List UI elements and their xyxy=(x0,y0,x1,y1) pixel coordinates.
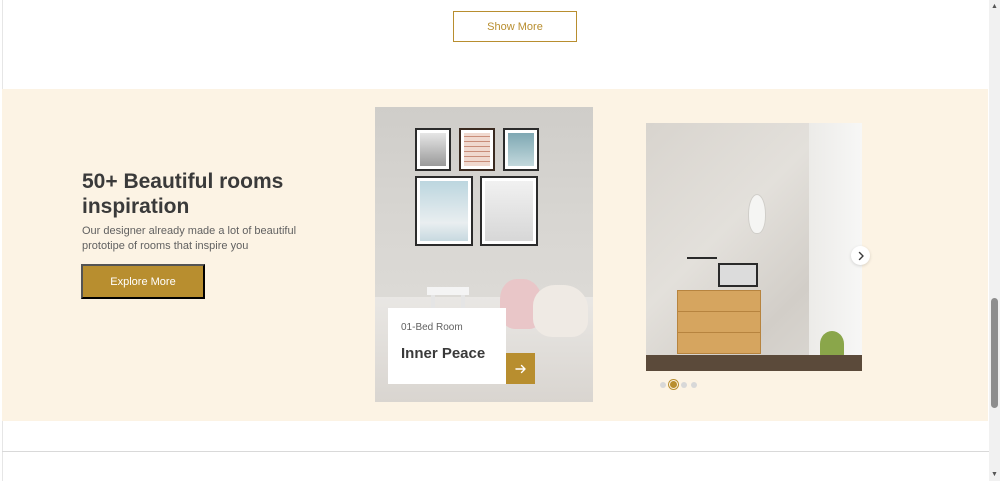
desk-lamp xyxy=(687,257,717,259)
inspiration-section: 50+ Beautiful rooms inspiration Our desi… xyxy=(2,89,988,421)
scroll-down-icon[interactable]: ▼ xyxy=(989,470,1000,479)
wall-vase xyxy=(748,194,766,234)
vertical-scrollbar[interactable]: ▲ ▼ xyxy=(989,0,1000,481)
slider-dot-active[interactable] xyxy=(668,379,679,390)
plant xyxy=(820,331,844,357)
room-slide-image[interactable] xyxy=(646,123,862,371)
scrollbar-thumb[interactable] xyxy=(991,298,998,408)
section-divider xyxy=(2,451,989,452)
scroll-up-icon[interactable]: ▲ xyxy=(989,2,1000,11)
stool-top xyxy=(427,287,469,295)
room-category: 01-Bed Room xyxy=(401,322,463,333)
wall-art-flamingo xyxy=(503,128,539,171)
wall-art-tivoli xyxy=(415,176,473,246)
room-floor xyxy=(646,355,862,371)
room-name: Inner Peace xyxy=(401,345,486,362)
chevron-right-icon[interactable] xyxy=(851,246,870,265)
arrow-right-icon[interactable] xyxy=(506,353,535,384)
slider-dot[interactable] xyxy=(660,381,666,388)
chevron-right-icon-glyph xyxy=(858,251,864,260)
featured-room-image[interactable]: 01-Bed Room Inner Peace xyxy=(375,107,593,402)
explore-more-button[interactable]: Explore More xyxy=(81,264,205,299)
room-label-card: 01-Bed Room Inner Peace xyxy=(388,308,506,384)
wooden-dresser xyxy=(677,290,761,354)
slider-dots xyxy=(660,379,697,390)
knit-pillow xyxy=(533,285,588,337)
gadget-box xyxy=(718,263,758,287)
wall-art-pier xyxy=(415,128,451,171)
wall-art-woman xyxy=(480,176,538,246)
slider-dot[interactable] xyxy=(691,381,697,388)
arrow-right-icon-glyph xyxy=(514,364,526,373)
wall-art-alphabet xyxy=(459,128,495,171)
slider-dot[interactable] xyxy=(681,381,687,388)
show-more-button[interactable]: Show More xyxy=(453,11,577,42)
inspiration-description: Our designer already made a lot of beaut… xyxy=(82,225,297,252)
inspiration-title: 50+ Beautiful rooms inspiration xyxy=(82,170,284,218)
